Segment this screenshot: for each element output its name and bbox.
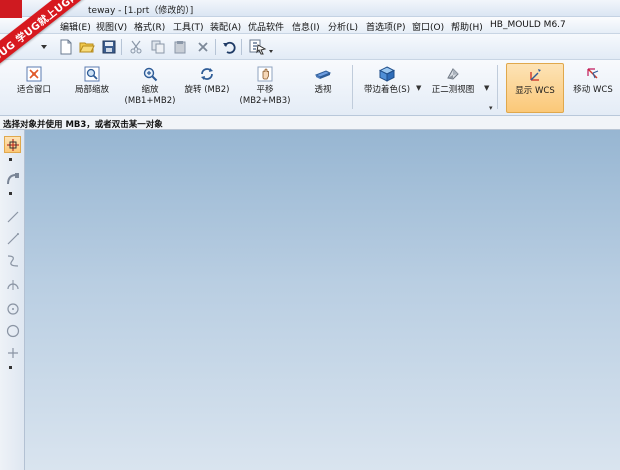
- zoom-icon: [141, 65, 159, 83]
- fit-window-label: 适合窗口: [16, 85, 51, 95]
- pan-label: 平移: [256, 85, 274, 95]
- pan-button[interactable]: 平移 (MB2+MB3): [236, 63, 294, 113]
- sketch-tool-icon[interactable]: [4, 170, 21, 187]
- command-finder-icon[interactable]: [248, 39, 276, 55]
- undo-icon[interactable]: [221, 39, 237, 55]
- trimetric-label: 正二测视图: [431, 85, 475, 95]
- move-wcs-icon: [584, 65, 602, 83]
- menu-view[interactable]: 视图(V): [96, 20, 127, 33]
- menu-youpin[interactable]: 优品软件: [248, 20, 284, 33]
- shaded-label: 带边着色(S): [363, 85, 411, 95]
- menu-hb-mould[interactable]: HB_MOULD M6.7: [490, 20, 566, 30]
- trimetric-view-button[interactable]: 正二测视图: [424, 63, 482, 113]
- fit-window-icon: [25, 65, 43, 83]
- toolbar-separator: [497, 65, 498, 109]
- cut-icon[interactable]: [128, 39, 144, 55]
- cue-line: 选择对象并使用 MB3，或者双击某一对象: [0, 116, 620, 130]
- zoom-region-label: 局部缩放: [74, 85, 109, 95]
- menu-help[interactable]: 帮助(H): [451, 20, 483, 33]
- menu-preferences[interactable]: 首选项(P): [366, 20, 405, 33]
- show-wcs-icon: [526, 66, 544, 84]
- move-wcs-label: 移动 WCS: [573, 85, 613, 95]
- line-segment-icon[interactable]: [4, 230, 21, 247]
- shaded-cube-icon: [378, 65, 396, 83]
- standard-toolbar: [0, 34, 620, 60]
- toolbar-grip: [9, 192, 12, 195]
- shaded-dropdown-icon[interactable]: ▼: [416, 84, 421, 92]
- point-tool-icon[interactable]: [4, 344, 21, 361]
- menu-format[interactable]: 格式(R): [134, 20, 165, 33]
- move-wcs-button[interactable]: 移动 WCS: [566, 63, 620, 113]
- rotate-label: 旋转 (MB2): [184, 85, 230, 95]
- graphics-viewport[interactable]: [25, 130, 620, 470]
- toolbar-separator: [241, 39, 242, 55]
- zoom-region-icon: [83, 65, 101, 83]
- menu-assembly[interactable]: 装配(A): [210, 20, 241, 33]
- left-toolbar: [0, 130, 25, 470]
- pan-icon: [256, 65, 274, 83]
- new-file-icon[interactable]: [58, 39, 74, 55]
- toolbar-options-icon[interactable]: ▾: [489, 104, 493, 112]
- arc-tool-icon[interactable]: [4, 276, 21, 293]
- perspective-label: 透视: [314, 85, 332, 95]
- perspective-button[interactable]: 透视: [298, 63, 348, 113]
- toolbar-grip: [9, 366, 12, 369]
- line-tool-icon[interactable]: [4, 208, 21, 225]
- toolbar-separator: [352, 65, 353, 109]
- toolbar-separator: [215, 39, 216, 55]
- show-wcs-button[interactable]: 显示 WCS: [506, 63, 564, 113]
- paste-icon[interactable]: [172, 39, 188, 55]
- fit-window-button[interactable]: 适合窗口: [8, 63, 60, 113]
- menu-info[interactable]: 信息(I): [292, 20, 320, 33]
- window-title: teway - [1.prt（修改的）]: [88, 6, 194, 16]
- status-message: 选择对象并使用 MB3，或者双击某一对象: [3, 120, 163, 130]
- menu-analysis[interactable]: 分析(L): [328, 20, 358, 33]
- show-wcs-label: 显示 WCS: [515, 86, 555, 96]
- trimetric-icon: [444, 65, 462, 83]
- watermark-corner: [0, 0, 22, 18]
- menu-bar: 编辑(E) 视图(V) 格式(R) 工具(T) 装配(A) 优品软件 信息(I)…: [0, 17, 620, 34]
- zoom-region-button[interactable]: 局部缩放: [64, 63, 120, 113]
- toolbar-grip: [9, 158, 12, 161]
- perspective-icon: [314, 65, 332, 83]
- view-orient-dropdown-icon[interactable]: ▼: [484, 84, 489, 92]
- rotate-button[interactable]: 旋转 (MB2): [180, 63, 234, 113]
- start-dropdown-icon[interactable]: [36, 39, 52, 55]
- pan-hint: (MB2+MB3): [239, 96, 291, 106]
- zoom-label: 缩放: [141, 85, 159, 95]
- save-icon[interactable]: [101, 39, 117, 55]
- zoom-button[interactable]: 缩放 (MB1+MB2): [122, 63, 178, 113]
- title-bar: teway - [1.prt（修改的）]: [0, 0, 620, 17]
- shaded-with-edges-button[interactable]: 带边着色(S): [358, 63, 416, 113]
- menu-window[interactable]: 窗口(O): [412, 20, 444, 33]
- circle-point-icon[interactable]: [4, 300, 21, 317]
- open-folder-icon[interactable]: [79, 39, 95, 55]
- menu-edit[interactable]: 编辑(E): [60, 20, 91, 33]
- rotate-icon: [198, 65, 216, 83]
- copy-icon[interactable]: [150, 39, 166, 55]
- menu-tools[interactable]: 工具(T): [173, 20, 204, 33]
- spline-tool-icon[interactable]: [4, 252, 21, 269]
- toolbar-separator: [121, 39, 122, 55]
- view-toolbar: 适合窗口 局部缩放 缩放 (MB1+MB2) 旋转 (MB2) 平移 (MB2+…: [0, 60, 620, 116]
- delete-icon[interactable]: [195, 39, 211, 55]
- select-tool-icon[interactable]: [4, 136, 21, 153]
- circle-tool-icon[interactable]: [4, 322, 21, 339]
- zoom-hint: (MB1+MB2): [124, 96, 176, 106]
